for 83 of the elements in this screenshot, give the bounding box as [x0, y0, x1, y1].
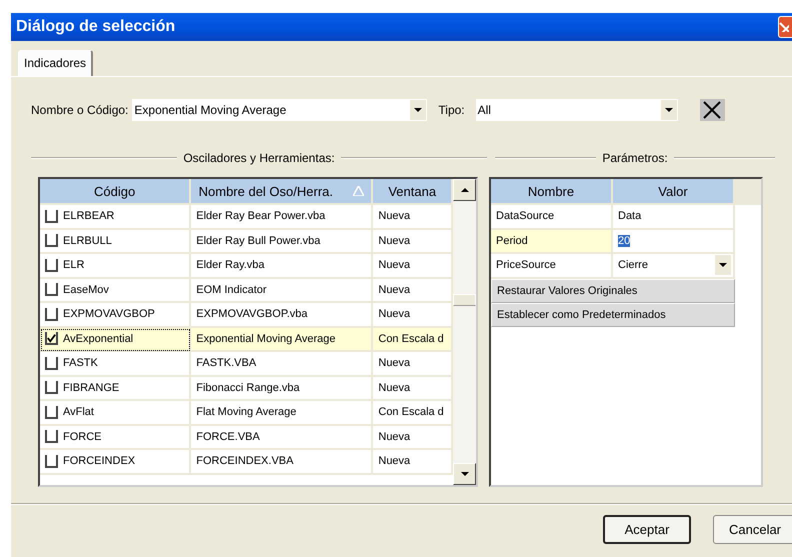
table-cell: FORCEINDEX [63, 455, 136, 468]
down-arrow-icon [460, 472, 468, 476]
table-cell: ELRBULL [63, 234, 112, 247]
scroll-up-button[interactable] [453, 179, 476, 201]
caret-icon [719, 263, 727, 268]
table-cell: Data [618, 210, 642, 222]
caret-icon [414, 108, 422, 112]
section-label: Osciladores y Herramientas: [183, 151, 335, 165]
name-label: Nombre o Código: [31, 103, 128, 117]
table-cell: Elder Ray Bull Power.vba [196, 234, 320, 247]
cancel-button[interactable]: Cancelar [713, 515, 792, 544]
checkbox[interactable] [45, 210, 58, 223]
action-button[interactable]: Restaurar Valores Originales [491, 278, 735, 302]
table-cell: EOM Indicator [196, 284, 267, 296]
checkbox[interactable] [45, 356, 58, 370]
table-cell: Elder Ray.vba [196, 259, 265, 272]
checkbox[interactable] [45, 332, 58, 346]
table-cell: Nueva [378, 284, 410, 296]
table-cell: FORCE [63, 430, 102, 443]
table-cell: Fibonacci Range.vba [196, 382, 300, 394]
checkbox[interactable] [45, 283, 58, 296]
accept-button[interactable]: Aceptar [603, 515, 691, 544]
checkmark-icon [47, 333, 56, 344]
column-header[interactable]: Nombre del Oso/Herra. [191, 179, 374, 205]
table-cell: Exponential Moving Average [196, 332, 336, 345]
table-cell: Period [496, 234, 528, 247]
table-cell: AvFlat [63, 406, 94, 418]
table-cell: FIBRANGE [63, 382, 120, 394]
tab[interactable]: Indicadores [18, 50, 94, 76]
scrollbar[interactable] [453, 179, 476, 485]
table-cell: Nueva [378, 234, 410, 247]
table-cell: ELR [63, 259, 84, 272]
table-cell: AvExponential [63, 332, 134, 345]
column-header[interactable]: Valor [613, 179, 735, 205]
table-cell: Nueva [378, 259, 410, 272]
table-cell: Nueva [378, 308, 410, 320]
table-cell: FORCE.VBA [196, 430, 260, 443]
table-cell: PriceSource [496, 259, 556, 272]
close-icon [779, 22, 789, 32]
type-dropdown[interactable]: All [476, 99, 678, 121]
up-arrow-icon [460, 188, 468, 192]
table-cell: FASTK.VBA [196, 357, 256, 370]
close-button[interactable] [778, 16, 792, 38]
checkbox[interactable] [45, 454, 58, 468]
table-cell: Nueva [378, 357, 410, 370]
table-cell: Con Escala d [378, 332, 444, 345]
column-header[interactable]: Código [40, 179, 192, 205]
table-cell: Nueva [378, 430, 410, 443]
close-icon [703, 101, 722, 119]
window-title: Diálogo de selección [16, 18, 176, 36]
table-cell: Nueva [378, 382, 410, 394]
dropdown-button[interactable] [714, 254, 732, 276]
table-cell: Con Escala d [378, 406, 444, 418]
table-cell: EXPMOVAVGBOP.vba [196, 308, 308, 320]
table-cell: Cierre [618, 259, 648, 272]
table-cell: EaseMov [63, 284, 109, 296]
table-cell: Nueva [378, 210, 410, 222]
scroll-down-button[interactable] [453, 463, 476, 485]
checkbox[interactable] [45, 234, 58, 248]
scroll-thumb[interactable] [453, 294, 476, 306]
action-button[interactable]: Establecer como Predeterminados [491, 302, 735, 326]
column-header[interactable]: Nombre [491, 179, 613, 205]
table-cell: DataSource [496, 210, 554, 222]
checkbox[interactable] [45, 430, 58, 444]
table-cell: Elder Ray Bear Power.vba [196, 210, 326, 222]
checkbox[interactable] [45, 258, 58, 272]
type-label: Tipo: [438, 103, 465, 117]
value-input[interactable]: 20 [618, 234, 630, 247]
table-cell: EXPMOVAVGBOP [63, 308, 155, 320]
checkbox[interactable] [45, 308, 58, 321]
checkbox[interactable] [45, 381, 58, 394]
section-label: Parámetros: [602, 151, 668, 165]
table-cell: Nueva [378, 455, 410, 468]
table-cell: ELRBEAR [63, 210, 114, 222]
table-cell: FORCEINDEX.VBA [196, 455, 294, 468]
column-header[interactable]: Ventana [373, 179, 453, 205]
name-dropdown[interactable]: Exponential Moving Average [132, 99, 428, 121]
sort-icon [353, 186, 364, 196]
table-cell: Flat Moving Average [196, 406, 296, 418]
clear-button[interactable] [700, 99, 725, 121]
caret-icon [664, 108, 673, 112]
table-cell: FASTK [63, 357, 98, 370]
checkbox[interactable] [45, 406, 58, 419]
